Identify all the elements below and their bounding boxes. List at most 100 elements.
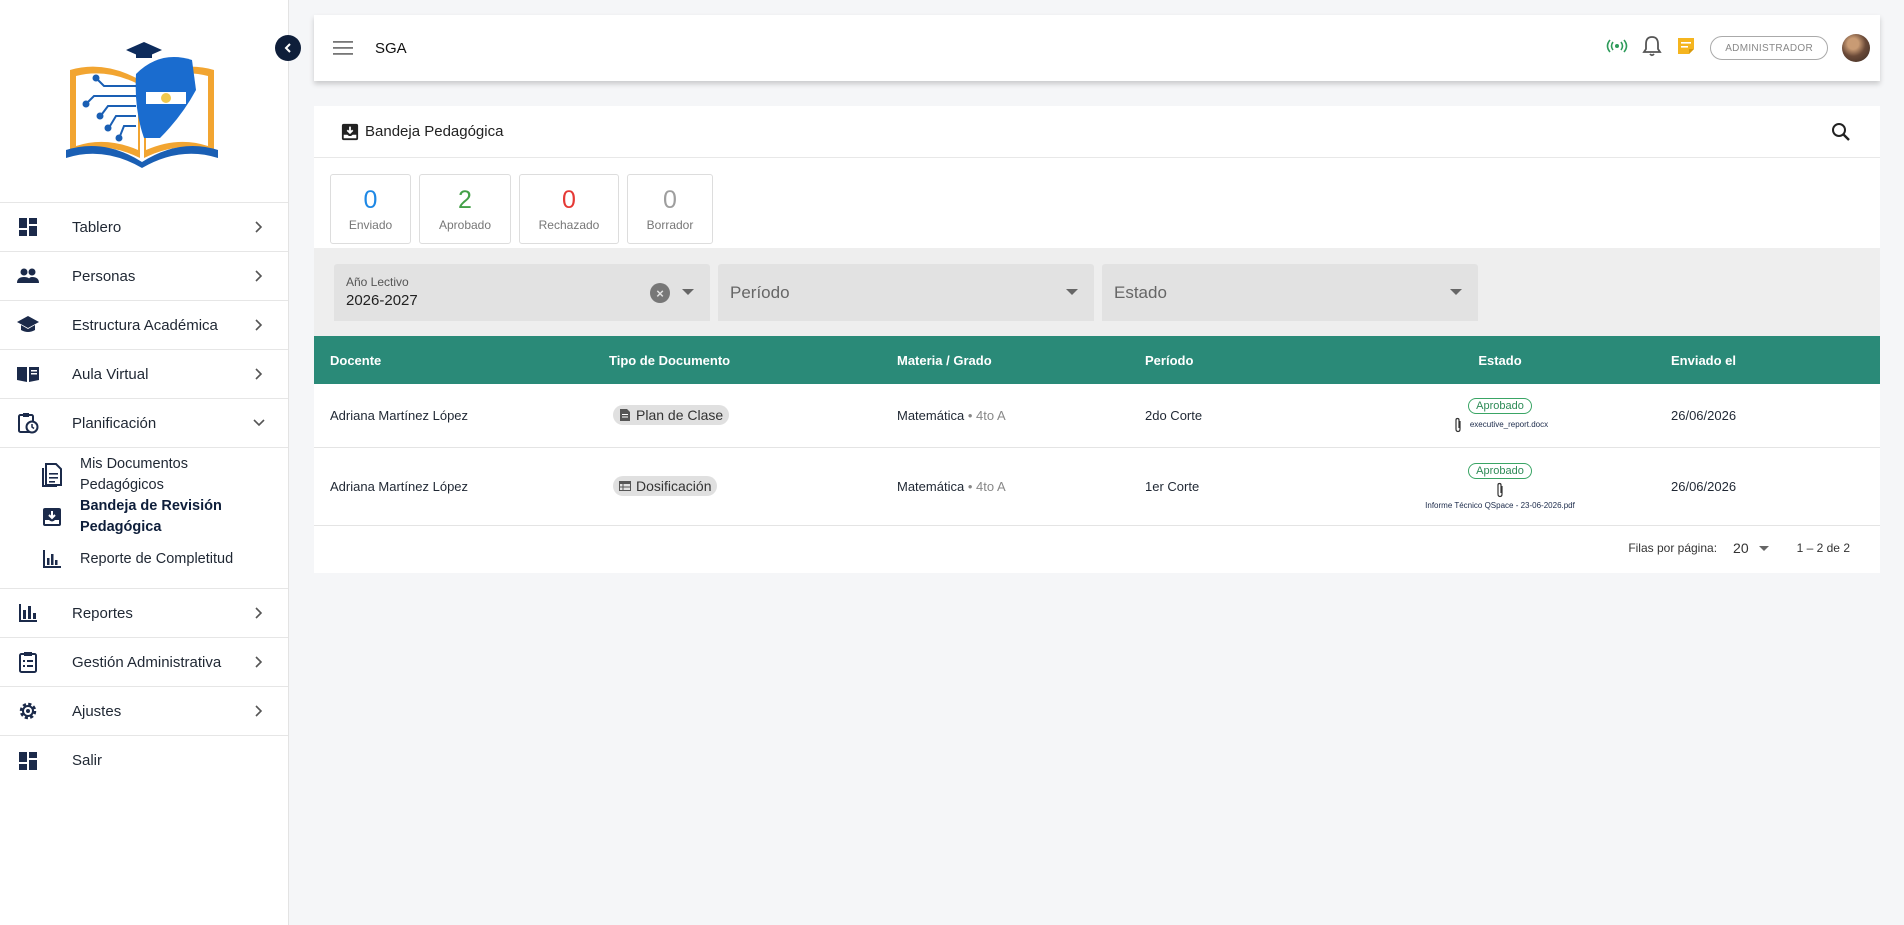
table-header-row: Docente Tipo de Documento Materia / Grad… [314,336,1880,384]
table-row[interactable]: Adriana Martínez López Plan de Clase Mat… [314,384,1880,448]
document-type-chip: Plan de Clase [613,405,730,426]
dashboard-icon [16,749,40,773]
table-grid-icon [619,480,631,492]
status-select-placeholder: Estado [1114,283,1167,302]
stat-label: Enviado [348,218,393,232]
dropdown-arrow-icon [1066,289,1078,295]
clear-icon[interactable]: × [650,283,670,303]
review-inbox-panel: Bandeja Pedagógica 0 Enviado 2 Aprobado … [314,106,1880,573]
cell-estado: Aprobado Informe Técnico QSpace - 23-06-… [1361,447,1639,526]
chevron-right-icon [252,704,266,718]
attachment-link[interactable]: executive_report.docx [1452,417,1548,433]
search-icon[interactable] [1830,121,1852,143]
pagination: Filas por página: 20 1 – 2 de 2 [1628,540,1850,556]
inbox-icon [40,505,64,529]
sidebar-item-salir[interactable]: Salir [0,736,288,785]
gear-icon [16,699,40,723]
status-badge: Aprobado [1468,462,1532,479]
panel-title: Bandeja Pedagógica [365,123,504,140]
sidebar-subitem-reporte-completitud[interactable]: Reporte de Completitud [0,538,288,580]
cell-docente: Adriana Martínez López [314,384,609,448]
sidebar-item-label: Ajustes [72,702,122,720]
rows-per-page-value: 20 [1733,540,1749,556]
year-select[interactable]: Año Lectivo 2026-2027 × [334,264,710,321]
cell-materia: Matemática • 4to A [897,384,1145,448]
book-icon [16,362,40,386]
pagination-range: 1 – 2 de 2 [1796,541,1850,555]
stat-enviado[interactable]: 0 Enviado [330,174,411,244]
stat-value: 0 [663,186,677,214]
column-header-periodo[interactable]: Período [1145,336,1361,384]
stat-value: 0 [363,186,378,214]
sidebar-item-label: Estructura Académica [72,316,218,334]
sidebar-item-gestion-administrativa[interactable]: Gestión Administrativa [0,638,288,687]
attachment-filename: Informe Técnico QSpace - 23-06-2026.pdf [1425,500,1575,510]
sidebar-item-planificacion[interactable]: Planificación [0,399,288,448]
document-type-chip: Dosificación [613,476,718,496]
top-bar: SGA ADMINISTRADOR [314,15,1880,81]
sidebar-item-label: Salir [72,752,103,769]
attachment-link[interactable]: Informe Técnico QSpace - 23-06-2026.pdf [1425,482,1575,510]
dropdown-arrow-icon [1450,289,1462,295]
header-actions: ADMINISTRADOR [1606,15,1870,81]
sidebar-item-reportes[interactable]: Reportes [0,589,288,638]
inbox-icon [340,122,360,142]
document-icon [40,463,64,487]
sidebar-item-label: Reportes [72,604,133,622]
sidebar-item-tablero[interactable]: Tablero [0,203,288,252]
sidebar-item-estructura-academica[interactable]: Estructura Académica [0,301,288,350]
sticky-note-icon[interactable] [1676,36,1696,61]
subject-name: Matemática [897,478,965,494]
sidebar-item-aula-virtual[interactable]: Aula Virtual [0,350,288,399]
cell-docente: Adriana Martínez López [314,447,609,526]
school-icon [16,313,40,337]
stat-aprobado[interactable]: 2 Aprobado [419,174,511,244]
status-select[interactable]: Estado [1102,264,1478,321]
sidebar: Tablero Personas Estructura Académica Au… [0,0,301,925]
logo-area [0,0,288,203]
collapse-sidebar-button[interactable] [275,35,301,61]
sidebar-subitem-bandeja-revision[interactable]: Bandeja de Revisión Pedagógica [0,496,288,538]
school-logo [66,42,218,168]
dropdown-arrow-icon [1758,545,1769,551]
paperclip-icon [1494,482,1506,498]
stat-rechazado[interactable]: 0 Rechazado [519,174,619,244]
cell-estado: Aprobado executive_report.docx [1361,384,1639,448]
sidebar-subitem-mis-documentos[interactable]: Mis Documentos Pedagógicos [0,454,288,496]
connection-status-icon[interactable] [1606,38,1628,58]
table-row[interactable]: Adriana Martínez López Dosificación Mate… [314,447,1880,526]
documents-table: Docente Tipo de Documento Materia / Grad… [314,336,1880,526]
column-header-enviado[interactable]: Enviado el [1639,336,1880,384]
document-type-label: Plan de Clase [636,407,724,424]
cell-periodo: 1er Corte [1145,447,1361,526]
stat-borrador[interactable]: 0 Borrador [627,174,713,244]
column-header-tipo[interactable]: Tipo de Documento [609,336,897,384]
document-icon [619,409,631,422]
column-header-docente[interactable]: Docente [314,336,609,384]
sidebar-item-ajustes[interactable]: Ajustes [0,687,288,736]
period-select-placeholder: Período [730,283,790,302]
hamburger-menu-icon[interactable] [332,37,354,59]
avatar[interactable] [1842,34,1870,62]
sidebar-item-label: Personas [72,267,136,285]
role-badge[interactable]: ADMINISTRADOR [1710,36,1828,60]
chevron-right-icon [252,318,266,332]
clipboard-list-icon [16,650,40,674]
rows-per-page-select[interactable]: 20 [1733,540,1769,556]
chevron-left-icon [284,43,291,53]
chevron-right-icon [252,269,266,283]
sidebar-subitem-label: Reporte de Completitud [80,550,234,567]
attachment-filename: executive_report.docx [1469,420,1549,430]
notifications-bell-icon[interactable] [1642,35,1662,62]
column-header-estado[interactable]: Estado [1361,336,1639,384]
cell-fecha: 26/06/2026 [1639,384,1880,448]
column-header-materia[interactable]: Materia / Grado [897,336,1145,384]
dropdown-arrow-icon [682,289,694,295]
status-badge: Aprobado [1468,397,1532,414]
cell-fecha: 26/06/2026 [1639,447,1880,526]
period-select[interactable]: Período [718,264,1094,321]
filters-bar: Año Lectivo 2026-2027 × Período Estado [314,248,1880,336]
sidebar-item-label: Gestión Administrativa [72,653,222,671]
sidebar-item-personas[interactable]: Personas [0,252,288,301]
grade-name: • 4to A [967,478,1006,494]
